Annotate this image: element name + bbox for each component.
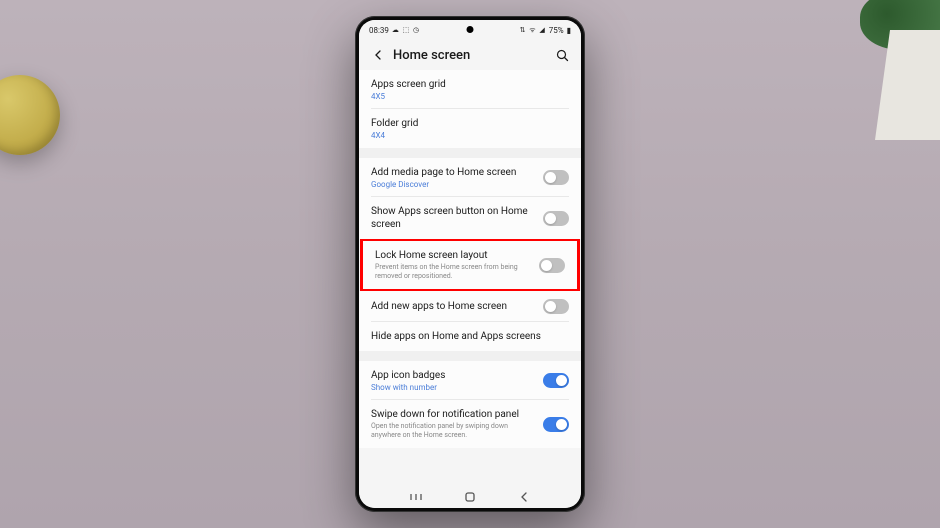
setting-value: 4X5 [371, 92, 569, 101]
setting-title: Hide apps on Home and Apps screens [371, 330, 569, 343]
toggle-knob [545, 301, 556, 312]
setting-lock-home-screen-layout[interactable]: Lock Home screen layout Prevent items on… [363, 241, 577, 289]
setting-title: Apps screen grid [371, 78, 569, 91]
setting-title: Add new apps to Home screen [371, 300, 535, 313]
status-battery: 75% [549, 26, 564, 35]
setting-show-apps-button[interactable]: Show Apps screen button on Home screen [359, 197, 581, 239]
setting-title: Show Apps screen button on Home screen [371, 205, 535, 231]
setting-add-media-page[interactable]: Add media page to Home screen Google Dis… [359, 158, 581, 197]
home-icon [464, 491, 476, 503]
toggle-media-page[interactable] [543, 170, 569, 185]
toggle-knob [556, 419, 567, 430]
toggle-lock-layout[interactable] [539, 258, 565, 273]
setting-desc: Open the notification panel by swiping d… [371, 422, 535, 440]
status-notification-icons: ☁ ⬚ ◷ [392, 26, 420, 34]
setting-apps-screen-grid[interactable]: Apps screen grid 4X5 [359, 70, 581, 109]
battery-icon: ▮ [567, 26, 571, 35]
search-button[interactable] [553, 46, 571, 64]
section-divider [359, 351, 581, 361]
toggle-show-apps-button[interactable] [543, 211, 569, 226]
back-icon [519, 492, 529, 502]
toggle-add-new-apps[interactable] [543, 299, 569, 314]
setting-title: Folder grid [371, 117, 569, 130]
back-button[interactable] [369, 46, 387, 64]
setting-folder-grid[interactable]: Folder grid 4X4 [359, 109, 581, 148]
toggle-icon-badges[interactable] [543, 373, 569, 388]
page-title: Home screen [393, 48, 553, 63]
navigation-bar [359, 486, 581, 508]
setting-add-new-apps[interactable]: Add new apps to Home screen [359, 291, 581, 322]
toggle-knob [556, 375, 567, 386]
setting-title: Add media page to Home screen [371, 166, 535, 179]
chevron-left-icon [373, 50, 383, 60]
setting-desc: Prevent items on the Home screen from be… [375, 263, 531, 281]
setting-sub: Show with number [371, 383, 535, 392]
toggle-knob [545, 172, 556, 183]
settings-header: Home screen [359, 40, 581, 70]
setting-value: 4X4 [371, 131, 569, 140]
front-camera [467, 26, 474, 33]
setting-title: App icon badges [371, 369, 535, 382]
status-time: 08:39 [369, 26, 389, 35]
settings-list: Apps screen grid 4X5 Folder grid 4X4 Add… [359, 70, 581, 486]
recents-icon [410, 492, 422, 502]
setting-sub: Google Discover [371, 180, 535, 189]
search-icon [556, 49, 569, 62]
status-signal-icons: ⇅ ᯤ ◢ [520, 26, 546, 35]
nav-back-button[interactable] [516, 491, 532, 503]
phone-frame: 08:39 ☁ ⬚ ◷ ⇅ ᯤ ◢ 75% ▮ Home screen [355, 16, 585, 512]
section-divider [359, 148, 581, 158]
toggle-knob [545, 213, 556, 224]
setting-swipe-down-notification[interactable]: Swipe down for notification panel Open t… [359, 400, 581, 448]
phone-screen: 08:39 ☁ ⬚ ◷ ⇅ ᯤ ◢ 75% ▮ Home screen [359, 20, 581, 508]
toggle-knob [541, 260, 552, 271]
setting-title: Lock Home screen layout [375, 249, 531, 262]
setting-title: Swipe down for notification panel [371, 408, 535, 421]
nav-home-button[interactable] [462, 491, 478, 503]
highlight-annotation: Lock Home screen layout Prevent items on… [360, 238, 580, 292]
nav-recents-button[interactable] [408, 491, 424, 503]
setting-app-icon-badges[interactable]: App icon badges Show with number [359, 361, 581, 400]
setting-hide-apps[interactable]: Hide apps on Home and Apps screens [359, 322, 581, 351]
toggle-swipe-down[interactable] [543, 417, 569, 432]
